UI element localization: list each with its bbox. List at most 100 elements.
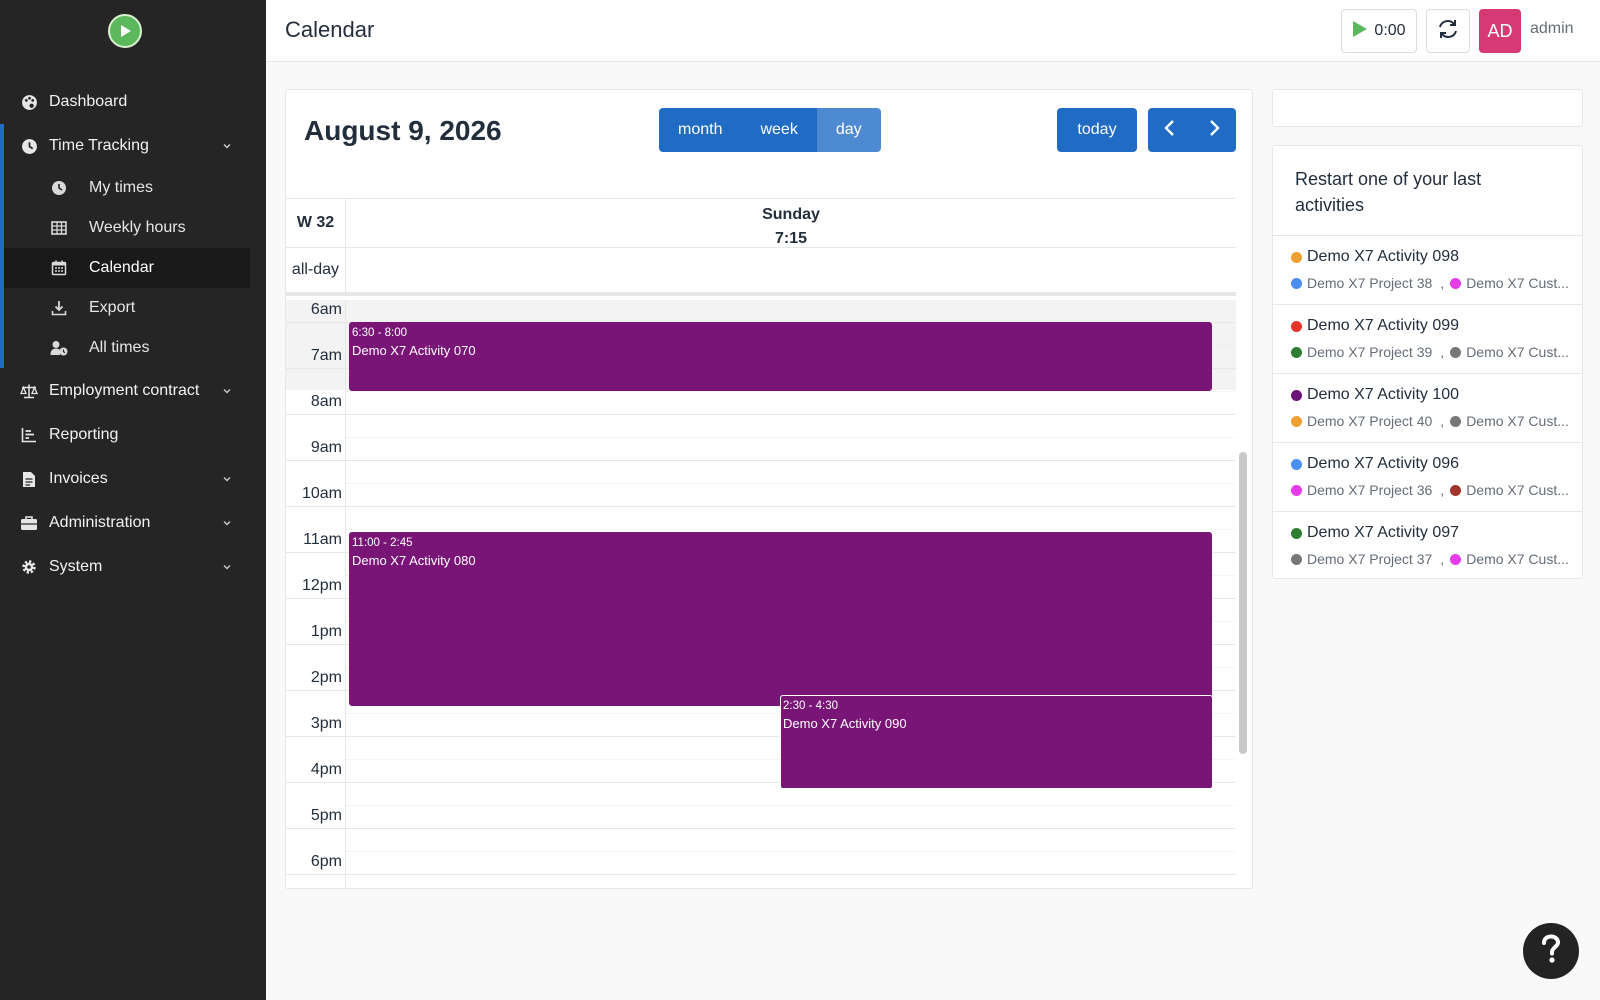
gear-icon [20,558,38,576]
start-timer-button[interactable]: 0:00 [1341,9,1417,53]
play-circle-icon[interactable] [108,14,142,48]
username[interactable]: admin [1530,20,1574,38]
half-hour-gridline [346,483,1236,484]
sidebar-item-label: Weekly hours [89,219,186,236]
separator: , [1440,413,1445,429]
previous-day-button[interactable] [1148,108,1192,152]
customer-name: Demo X7 Cust... [1466,482,1569,498]
sidebar-item-label: Employment contract [49,382,200,399]
chevron-down-icon [221,561,233,573]
activity-name: Demo X7 Activity 100 [1307,386,1460,403]
sidebar-item-my-times[interactable]: My times [4,168,250,208]
briefcase-icon [20,514,38,532]
activity-color-dot [1291,389,1302,401]
help-button[interactable] [1523,923,1579,979]
sync-icon [1437,18,1459,45]
project-color-dot [1291,415,1302,427]
day-view-button[interactable]: day [816,108,881,152]
all-day-row[interactable]: all-day [286,248,1236,296]
bar-chart-icon [20,426,38,444]
sidebar-item-reporting[interactable]: Reporting [0,415,266,455]
recent-activity-meta: Demo X7 Project 38 , Demo X7 Cust... [1291,275,1569,291]
activity-color-dot [1291,251,1302,263]
sidebar-item-dashboard[interactable]: Dashboard [0,82,266,122]
sidebar: Dashboard Time Tracking My times Weekly … [0,0,266,1000]
hour-label: 3pm [310,715,342,732]
customer-color-dot [1450,553,1462,565]
sidebar-item-invoices[interactable]: Invoices [0,459,266,499]
chevron-left-icon [1163,119,1177,142]
user-clock-icon [50,339,68,357]
recent-activity-row: Demo X7 Activity 100 [1291,386,1459,404]
day-name: Sunday [762,206,820,223]
customer-name: Demo X7 Cust... [1466,275,1569,291]
recent-activities-title: Restart one of your last activities [1295,169,1482,215]
customer-name: Demo X7 Cust... [1466,551,1569,567]
chevron-down-icon [221,140,233,152]
palette-icon [20,93,38,111]
recent-activity-meta: Demo X7 Project 39 , Demo X7 Cust... [1291,344,1569,360]
avatar[interactable]: AD [1479,9,1521,53]
project-color-dot [1291,553,1302,565]
recent-activity-meta: Demo X7 Project 40 , Demo X7 Cust... [1291,413,1569,429]
activity-color-dot [1291,320,1302,332]
calendar-icon [50,259,68,277]
clock-icon [20,137,38,155]
project-name: Demo X7 Project 38 [1307,275,1433,291]
half-hour-gridline [346,851,1236,852]
recent-activity-meta: Demo X7 Project 37 , Demo X7 Cust... [1291,551,1569,567]
sidebar-item-all-times[interactable]: All times [4,328,250,368]
day-column-header: Sunday 7:15 [346,203,1236,251]
sidebar-item-label: Time Tracking [49,137,149,154]
recent-activity-item[interactable]: Demo X7 Activity 098 Demo X7 Project 38 … [1273,235,1582,304]
sidebar-item-time-tracking[interactable]: Time Tracking [0,126,266,166]
search-input[interactable] [1272,89,1583,127]
hour-label: 5pm [310,807,342,824]
sidebar-item-calendar[interactable]: Calendar [4,248,250,288]
time-grid[interactable]: 6am 7am 8am 9am 10am 11am 12pm 1pm 2pm 3… [286,300,1236,888]
hour-gridline [286,874,1236,875]
sidebar-item-administration[interactable]: Administration [0,503,266,543]
customer-color-dot [1450,415,1462,427]
separator: , [1440,551,1445,567]
half-hour-gridline [346,437,1236,438]
next-day-button[interactable] [1192,108,1236,152]
recent-activity-item[interactable]: Demo X7 Activity 096 Demo X7 Project 36 … [1273,442,1582,511]
calendar-event[interactable]: 11:00 - 2:45 Demo X7 Activity 080 [349,532,1212,706]
scale-icon [20,382,38,400]
half-hour-gridline [346,529,1236,530]
invoice-icon [20,470,38,488]
week-view-button[interactable]: week [741,108,817,152]
scrollbar-thumb[interactable] [1239,452,1247,754]
customer-name: Demo X7 Cust... [1466,413,1569,429]
restart-button[interactable] [1426,9,1470,53]
separator: , [1440,482,1445,498]
activity-name: Demo X7 Activity 098 [1307,248,1460,265]
recent-activity-item[interactable]: Demo X7 Activity 100 Demo X7 Project 40 … [1273,373,1582,442]
hour-label: 10am [301,485,342,502]
half-hour-gridline [346,805,1236,806]
hour-label: 12pm [301,577,342,594]
question-icon [1539,933,1563,969]
sidebar-item-label: System [49,558,103,575]
sidebar-item-weekly-hours[interactable]: Weekly hours [4,208,250,248]
recent-activity-item[interactable]: Demo X7 Activity 099 Demo X7 Project 39 … [1273,304,1582,373]
activity-color-dot [1291,458,1302,470]
today-button[interactable]: today [1057,108,1137,152]
sidebar-item-system[interactable]: System [0,547,266,587]
recent-activities-card: Restart one of your last activities Demo… [1272,145,1583,579]
sidebar-item-label: Administration [49,514,151,531]
hour-label: 6pm [310,853,342,870]
month-view-button[interactable]: month [659,108,742,152]
sidebar-item-export[interactable]: Export [4,288,250,328]
top-header: Calendar 0:00 AD admin [266,0,1600,62]
chevron-right-icon [1207,119,1221,142]
table-icon [50,219,68,237]
sidebar-item-employment-contract[interactable]: Employment contract [0,371,266,411]
recent-activity-item[interactable]: Demo X7 Activity 097 Demo X7 Project 37 … [1273,511,1582,580]
calendar-event[interactable]: 2:30 - 4:30 Demo X7 Activity 090 [780,695,1213,789]
hour-gridline [286,828,1236,829]
sidebar-item-label: Invoices [49,470,108,487]
calendar-event[interactable]: 6:30 - 8:00 Demo X7 Activity 070 [349,322,1212,391]
hour-label: 1pm [310,623,342,640]
